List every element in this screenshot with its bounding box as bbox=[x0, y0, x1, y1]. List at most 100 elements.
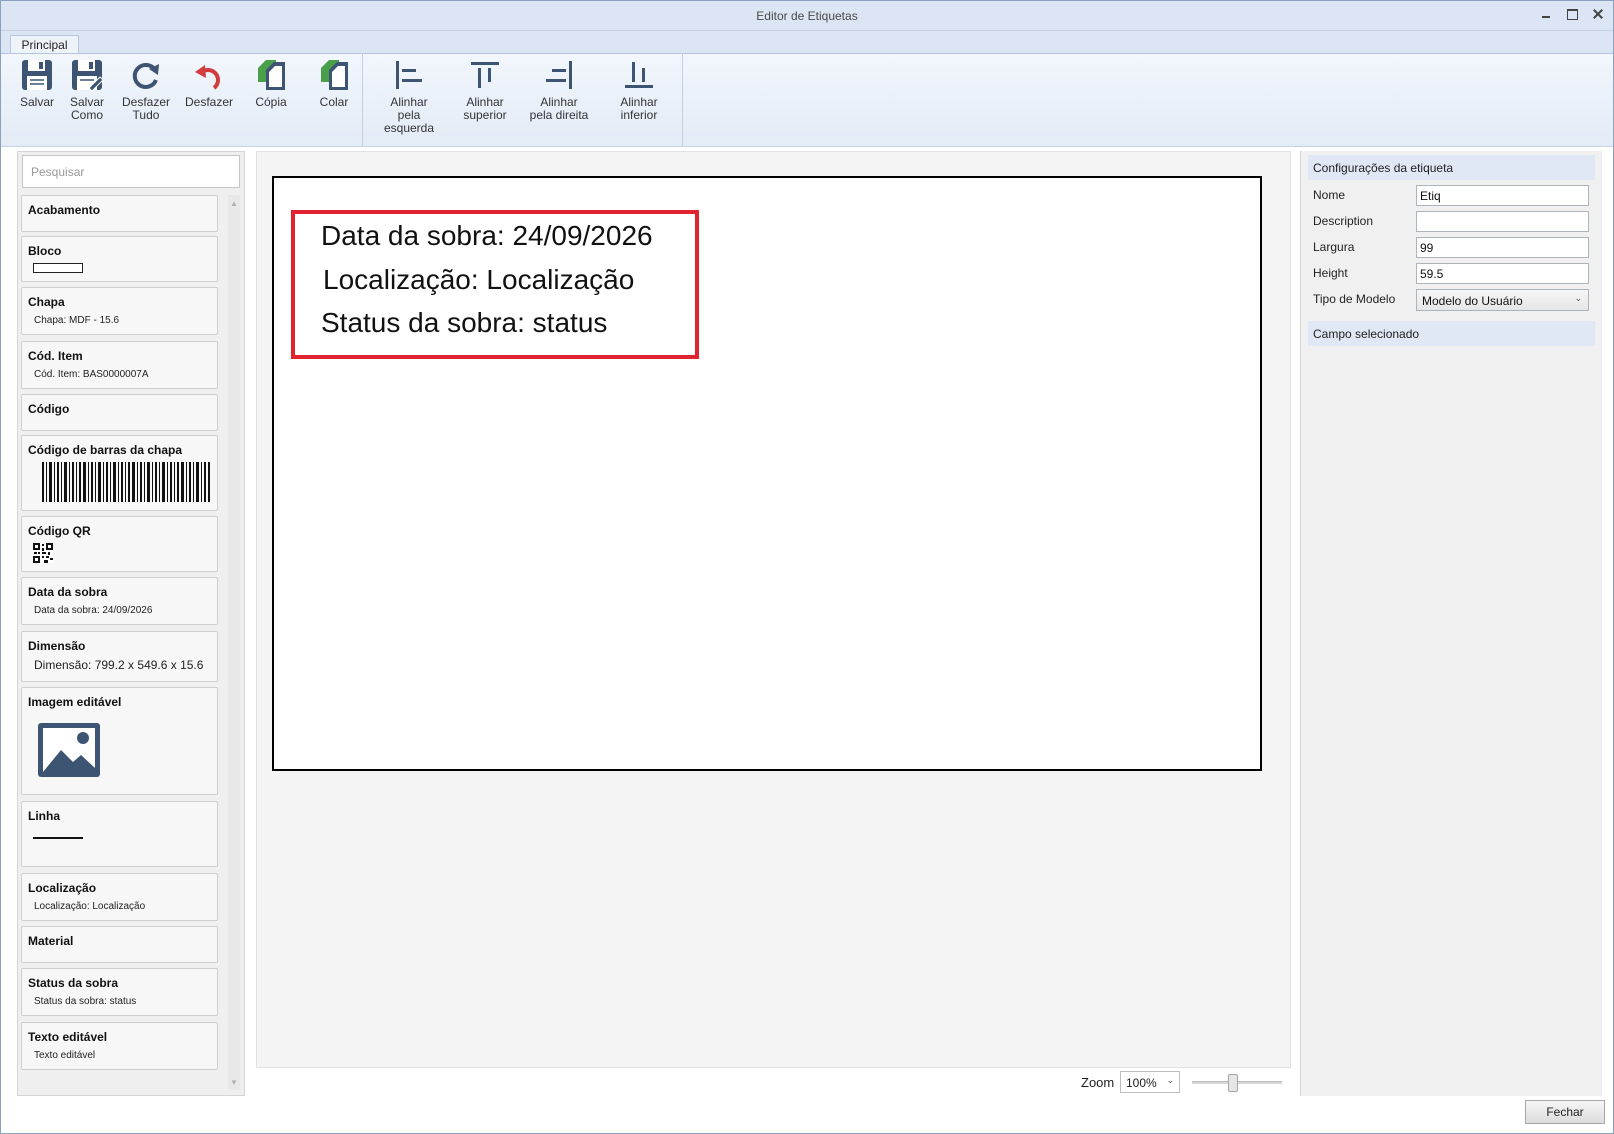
align-left-icon bbox=[396, 61, 422, 89]
editor-window: Editor de Etiquetas Principal Salvar Sal… bbox=[0, 0, 1614, 1134]
name-label: Nome bbox=[1313, 188, 1346, 202]
barcode-icon bbox=[42, 462, 210, 502]
undo-all-button[interactable]: Desfazer Tudo bbox=[118, 58, 174, 122]
field-item-preview: Cód. Item: BAS0000007A bbox=[34, 369, 149, 380]
field-item-status-sobra[interactable]: Status da sobra Status da sobra: status bbox=[21, 968, 218, 1016]
block-preview-icon bbox=[33, 263, 83, 273]
label-line-status-sobra[interactable]: Status da sobra: status bbox=[321, 307, 607, 339]
qr-code-icon bbox=[33, 543, 53, 563]
field-item-title: Texto editável bbox=[28, 1030, 108, 1044]
minimize-icon[interactable] bbox=[1539, 7, 1553, 21]
field-item-title: Material bbox=[28, 934, 74, 948]
field-item-texto-editavel[interactable]: Texto editável Texto editável bbox=[21, 1022, 218, 1070]
maximize-icon[interactable] bbox=[1565, 7, 1579, 21]
save-label-1: Salvar bbox=[19, 95, 54, 109]
name-field[interactable]: Etiq bbox=[1416, 185, 1589, 206]
zoom-slider[interactable] bbox=[1192, 1074, 1282, 1092]
floppy-disk-pencil-icon bbox=[72, 60, 104, 92]
field-item-title: Localização bbox=[28, 881, 97, 895]
tab-principal[interactable]: Principal bbox=[10, 35, 79, 55]
paste-icon bbox=[321, 60, 348, 90]
description-field[interactable] bbox=[1416, 211, 1589, 232]
field-item-title: Código QR bbox=[28, 524, 91, 538]
field-item-linha[interactable]: Linha bbox=[21, 801, 218, 867]
copy-icon bbox=[258, 60, 285, 90]
align-top-icon bbox=[471, 62, 499, 88]
width-label: Largura bbox=[1313, 240, 1355, 254]
undo-label-1: Desfazer bbox=[184, 95, 234, 109]
field-item-bloco[interactable]: Bloco bbox=[21, 236, 218, 282]
field-item-title: Dimensão bbox=[28, 639, 86, 653]
model-type-value: Modelo do Usuário bbox=[1422, 294, 1523, 308]
field-item-title: Bloco bbox=[28, 244, 62, 258]
label-line-data-sobra[interactable]: Data da sobra: 24/09/2026 bbox=[321, 220, 653, 252]
align-right-label-2: pela direita bbox=[529, 108, 589, 122]
field-item-chapa[interactable]: Chapa Chapa: MDF - 15.6 bbox=[21, 287, 218, 335]
width-field[interactable]: 99 bbox=[1416, 237, 1589, 258]
label-canvas[interactable]: Data da sobra: 24/09/2026 Localização: L… bbox=[272, 176, 1262, 771]
window-title: Editor de Etiquetas bbox=[756, 9, 858, 23]
undo-button[interactable]: Desfazer bbox=[181, 58, 237, 109]
field-item-material[interactable]: Material bbox=[21, 926, 218, 963]
properties-panel: Configurações da etiqueta Nome Etiq Desc… bbox=[1300, 151, 1602, 1096]
chevron-down-icon: ⌄ bbox=[1166, 1075, 1174, 1085]
model-type-label: Tipo de Modelo bbox=[1313, 292, 1396, 306]
field-list-scrollbar[interactable]: ▲ ▼ bbox=[228, 195, 240, 1090]
scroll-down-icon[interactable]: ▼ bbox=[230, 1078, 238, 1087]
field-item-title: Acabamento bbox=[28, 203, 101, 217]
save-button[interactable]: Salvar bbox=[15, 58, 59, 109]
field-palette: Pesquisar Acabamento Bloco Chapa Chapa: … bbox=[17, 151, 245, 1096]
scroll-up-icon[interactable]: ▲ bbox=[230, 199, 238, 208]
field-item-localizacao[interactable]: Localização Localização: Localização bbox=[21, 873, 218, 921]
zoom-slider-thumb[interactable] bbox=[1228, 1074, 1238, 1092]
field-item-title: Chapa bbox=[28, 295, 65, 309]
search-input[interactable]: Pesquisar bbox=[22, 155, 240, 188]
window-controls bbox=[1539, 7, 1605, 21]
align-top-label-2: superior bbox=[463, 108, 507, 122]
ribbon: Salvar Salvar Como Desfazer Tudo Desfaze… bbox=[1, 53, 1613, 147]
field-item-acabamento[interactable]: Acabamento bbox=[21, 195, 218, 232]
align-bottom-icon bbox=[625, 62, 653, 88]
ribbon-group-align: Alinhar pela esquerda Alinhar superior A… bbox=[363, 54, 683, 146]
zoom-select[interactable]: 100% ⌄ bbox=[1120, 1071, 1180, 1093]
align-top-button[interactable]: Alinhar superior bbox=[457, 58, 513, 122]
label-line-localizacao[interactable]: Localização: Localização bbox=[323, 264, 634, 296]
ribbon-tabstrip: Principal bbox=[1, 31, 1613, 55]
field-item-title: Linha bbox=[28, 809, 60, 823]
selected-field-header: Campo selecionado bbox=[1308, 321, 1595, 346]
align-left-label-2: pela esquerda bbox=[383, 108, 435, 135]
align-right-icon bbox=[546, 61, 572, 89]
height-field[interactable]: 59.5 bbox=[1416, 263, 1589, 284]
height-label: Height bbox=[1313, 266, 1348, 280]
label-settings-header: Configurações da etiqueta bbox=[1308, 155, 1595, 180]
field-item-preview: Data da sobra: 24/09/2026 bbox=[34, 605, 153, 616]
field-item-codigo[interactable]: Código bbox=[21, 394, 218, 431]
image-placeholder-icon bbox=[38, 723, 100, 777]
paste-label-1: Colar bbox=[319, 95, 349, 109]
field-item-data-sobra[interactable]: Data da sobra Data da sobra: 24/09/2026 bbox=[21, 577, 218, 625]
close-icon[interactable] bbox=[1591, 7, 1605, 21]
undo-all-label-2: Tudo bbox=[132, 108, 160, 122]
save-as-button[interactable]: Salvar Como bbox=[65, 58, 109, 122]
description-label: Description bbox=[1313, 214, 1374, 228]
field-item-codigo-barras-chapa[interactable]: Código de barras da chapa bbox=[21, 435, 218, 511]
field-item-dimensao[interactable]: Dimensão Dimensão: 799.2 x 549.6 x 15.6 bbox=[21, 631, 218, 682]
align-right-button[interactable]: Alinhar pela direita bbox=[523, 58, 595, 122]
field-item-title: Data da sobra bbox=[28, 585, 108, 599]
zoom-label: Zoom bbox=[1081, 1075, 1115, 1090]
field-item-imagem-editavel[interactable]: Imagem editável bbox=[21, 687, 218, 795]
copy-button[interactable]: Cópia bbox=[246, 58, 296, 109]
zoom-value: 100% bbox=[1126, 1076, 1157, 1090]
ribbon-group-file: Salvar Salvar Como Desfazer Tudo Desfaze… bbox=[1, 54, 363, 146]
align-left-button[interactable]: Alinhar pela esquerda bbox=[371, 58, 447, 135]
close-button[interactable]: Fechar bbox=[1525, 1100, 1605, 1124]
paste-button[interactable]: Colar bbox=[309, 58, 359, 109]
align-bottom-button[interactable]: Alinhar inferior bbox=[611, 58, 667, 122]
selected-text-block[interactable]: Data da sobra: 24/09/2026 Localização: L… bbox=[291, 210, 699, 359]
field-item-cod-item[interactable]: Cód. Item Cód. Item: BAS0000007A bbox=[21, 341, 218, 389]
field-item-preview: Dimensão: 799.2 x 549.6 x 15.6 bbox=[34, 658, 204, 672]
field-item-title: Código de barras da chapa bbox=[28, 443, 183, 457]
refresh-icon bbox=[132, 62, 159, 89]
model-type-select[interactable]: Modelo do Usuário ⌄ bbox=[1416, 289, 1589, 311]
field-item-codigo-qr[interactable]: Código QR bbox=[21, 516, 218, 572]
